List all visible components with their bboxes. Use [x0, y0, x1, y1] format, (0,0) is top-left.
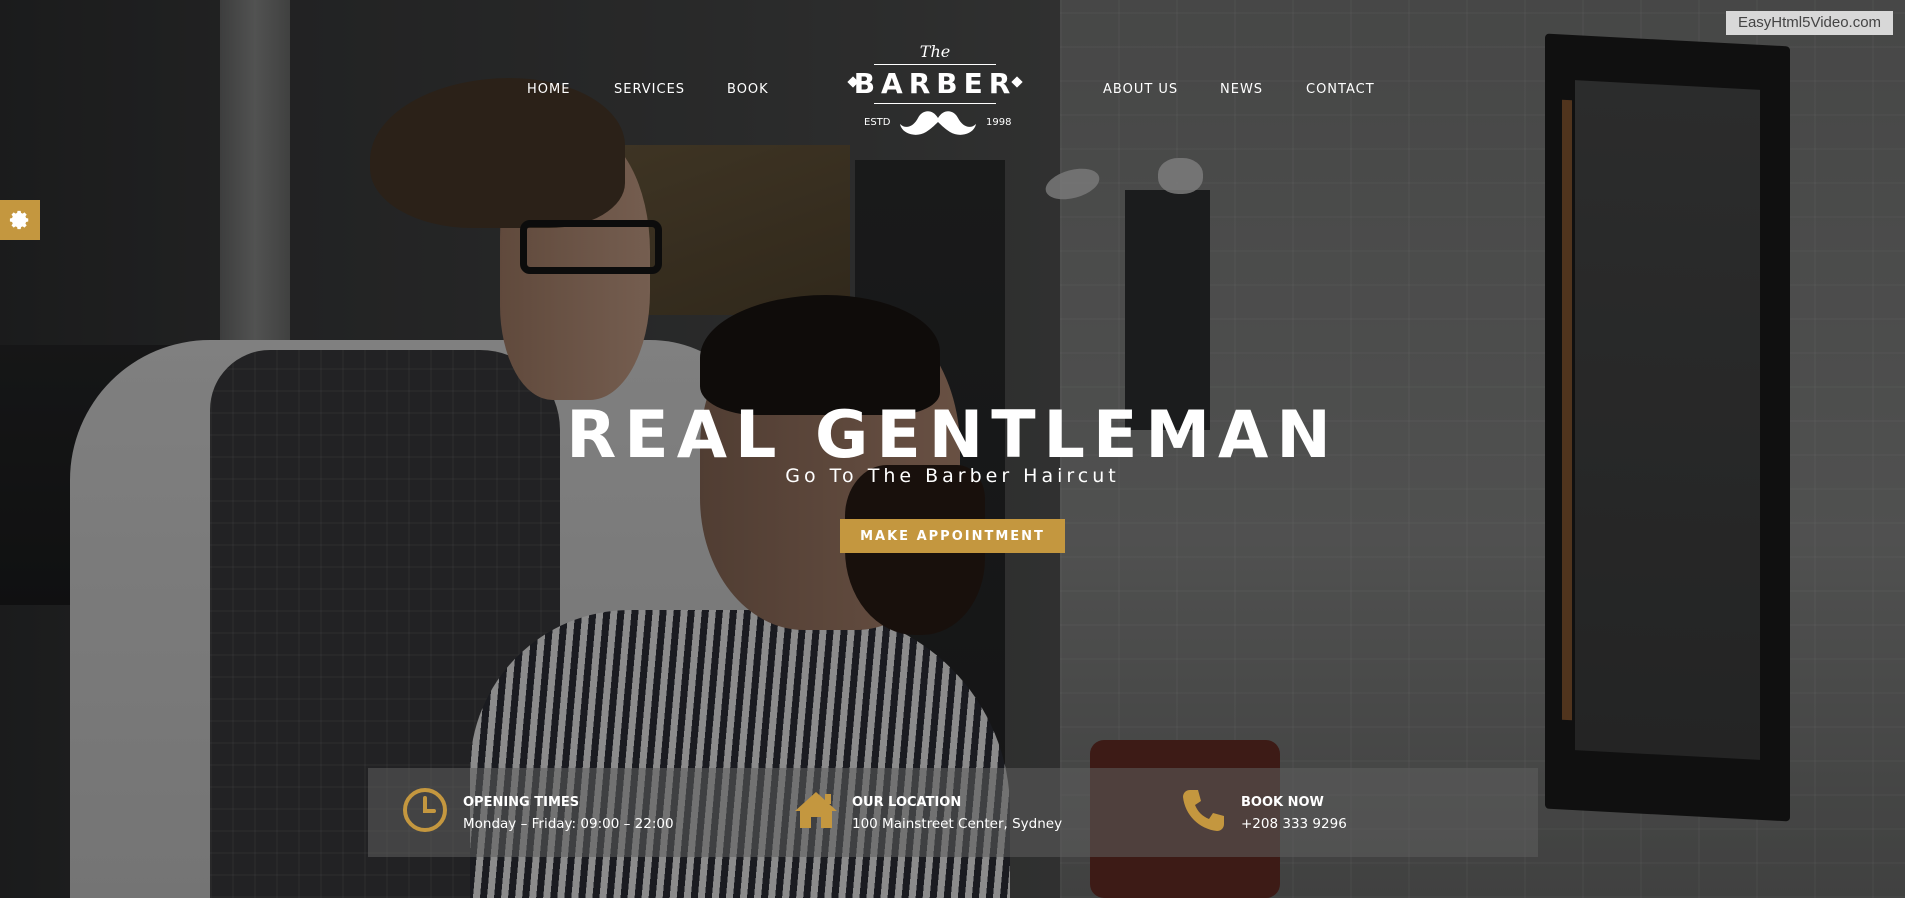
info-text[interactable]: +208 333 9296: [1241, 816, 1347, 832]
info-heading: OUR LOCATION: [852, 795, 962, 810]
location-block: OUR LOCATION 100 Mainstreet Center, Sydn…: [792, 768, 1122, 857]
nav-news[interactable]: NEWS: [1220, 82, 1263, 97]
nav-home[interactable]: HOME: [527, 82, 570, 97]
nav-services[interactable]: SERVICES: [614, 82, 685, 97]
info-bar: OPENING TIMES Monday – Friday: 09:00 – 2…: [368, 768, 1538, 857]
home-icon: [795, 792, 837, 828]
logo-year: 1998: [986, 117, 1012, 128]
gear-icon: [9, 210, 29, 230]
nav-contact[interactable]: CONTACT: [1306, 82, 1375, 97]
phone-icon: [1183, 790, 1224, 831]
clock-icon: [403, 788, 447, 832]
mustache-icon: [900, 111, 976, 135]
nav-about-us[interactable]: ABOUT US: [1103, 82, 1178, 97]
info-text: Monday – Friday: 09:00 – 22:00: [463, 816, 674, 832]
info-heading: OPENING TIMES: [463, 795, 580, 810]
info-text: 100 Mainstreet Center, Sydney: [852, 816, 1063, 832]
main-navigation: HOME SERVICES BOOK The BARBER ESTD 1998 …: [0, 0, 1905, 150]
logo-rule: [874, 64, 996, 65]
watermark: EasyHtml5Video.com: [1726, 11, 1893, 35]
make-appointment-button[interactable]: MAKE APPOINTMENT: [840, 519, 1065, 553]
settings-toggle[interactable]: [0, 200, 40, 240]
hero-title: REAL GENTLEMAN: [566, 398, 1339, 473]
book-now-block: BOOK NOW +208 333 9296: [1180, 768, 1510, 857]
nav-book[interactable]: BOOK: [727, 82, 769, 97]
logo-the: The: [919, 42, 951, 61]
opening-times-block: OPENING TIMES Monday – Friday: 09:00 – 2…: [401, 768, 731, 857]
info-heading: BOOK NOW: [1241, 795, 1324, 810]
logo-rule: [874, 103, 996, 104]
site-logo[interactable]: The BARBER ESTD 1998: [842, 40, 1028, 140]
logo-wordmark: BARBER: [853, 67, 1017, 100]
hero-subtitle: Go To The Barber Haircut: [785, 465, 1120, 487]
logo-estd: ESTD: [864, 117, 891, 128]
